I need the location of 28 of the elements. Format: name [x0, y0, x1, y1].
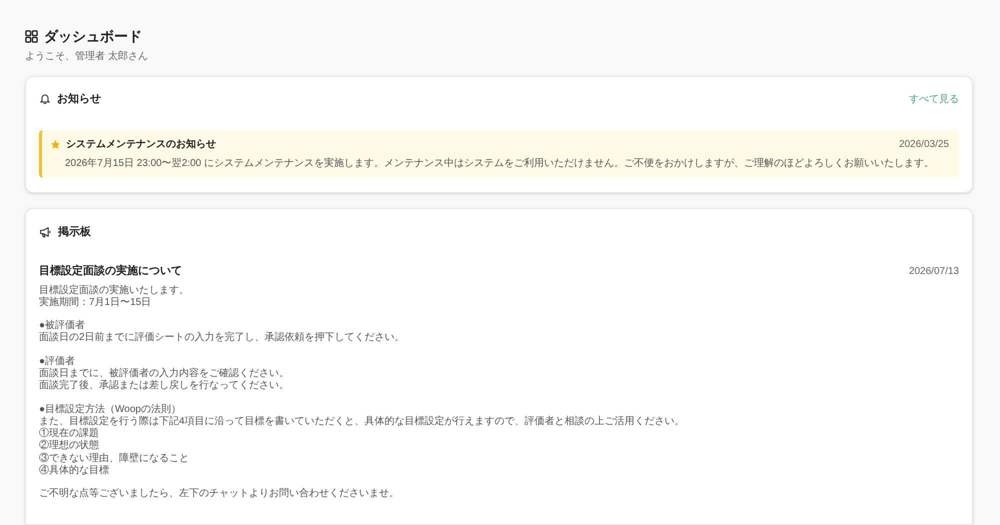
post-text-line: 面談完了後、承認または差し戻しを行なってください。	[39, 380, 290, 393]
post-text-line: ④具体的な目標	[39, 465, 110, 478]
post-text-line: ①現在の課題	[39, 428, 100, 440]
notice-body: 2026年7月15日 23:00〜翌2:00 にシステムメンテナンスを実施します。メンテナンス中はシステムをご利用いただけません。ご不便をおかけしますが、ご理解のほどよろしくお願いいたします。	[64, 156, 935, 170]
post-text-line: ②理想の状態	[39, 440, 100, 452]
megaphone-icon	[39, 226, 52, 238]
bell-icon	[39, 93, 51, 106]
board-heading: 掲示板	[58, 224, 91, 240]
post-text-line: ●被評価者	[39, 320, 86, 332]
notice-title: システムメンテナンスのお知らせ	[66, 138, 216, 152]
dashboard-icon	[25, 30, 38, 43]
notice-item[interactable]: システムメンテナンスのお知らせ 2026/03/25 2026年7月15日 23:00〜翌2:00 にシステムメンテナンスを実施します。メンテナンス中はシステムをご利用いただけません。ご不便をおかけしますが、ご理解のほどよろしくお願いいたします。	[39, 130, 959, 178]
post-text-line: 目標設定面談の実施いたします。	[39, 284, 190, 296]
post-text-line: 面談日の2日前までに評価シートの入力を完了し、承認依頼を押下してください。	[39, 332, 406, 345]
post-text-line: ③できない理由、障壁になること	[39, 452, 190, 464]
post-text-line: ●目標設定方法（Woopの法則）	[39, 404, 182, 416]
star-icon	[50, 138, 61, 150]
page-title: ダッシュボード	[44, 27, 142, 46]
post-date: 2026/07/13	[908, 264, 959, 279]
notice-heading: お知らせ	[57, 92, 101, 107]
post-text-line: ご不明な点等ございましたら、左下のチャットよりお問い合わせくださいませ。	[39, 488, 400, 501]
post-text-line: ●評価者	[39, 356, 76, 368]
welcome-text: ようこそ、管理者 太郎さん	[25, 50, 149, 64]
notice-date: 2026/03/25	[898, 138, 949, 152]
post-text-line: また、目標設定を行う際は下記4項目に沿って目標を書いていただくと、具体的な目標設定が行えますので、評価者と相談の上ご活用ください。	[39, 416, 686, 428]
post-text-line: 実施期間：7月1日〜15日	[39, 296, 152, 310]
post-text-line: 面談日までに、被評価者の入力内容をご確認ください。	[39, 368, 290, 380]
post-title: 目標設定面談の実施について	[39, 264, 182, 279]
